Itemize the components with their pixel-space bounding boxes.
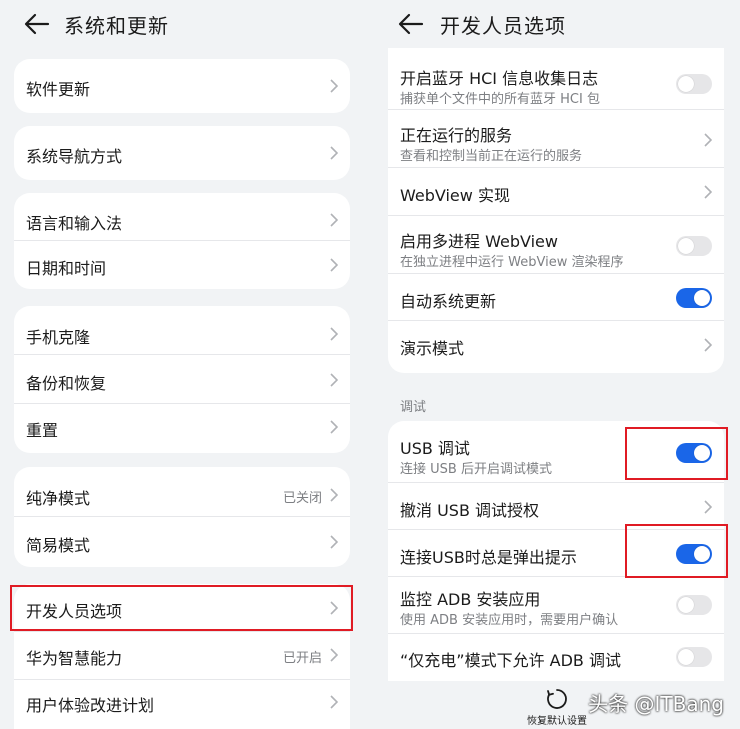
setting-demo-mode[interactable]: 演示模式 xyxy=(388,321,724,373)
setting-label: USB 调试 xyxy=(400,439,470,458)
toggle-switch[interactable] xyxy=(676,74,712,94)
system-update-panel: 系统和更新 软件更新 系统导航方式 语言和输入法 日期和时间 手机克隆 备份和恢… xyxy=(0,0,366,729)
card-modes: 纯净模式 已关闭 简易模式 xyxy=(14,467,350,567)
setting-description: 连接 USB 后开启调试模式 xyxy=(400,462,552,477)
back-arrow-icon[interactable] xyxy=(24,12,50,36)
card-navigation: 系统导航方式 xyxy=(14,126,350,180)
menu-item-huawei-ai[interactable]: 华为智慧能力 已开启 xyxy=(14,632,350,680)
setting-webview-impl[interactable]: WebView 实现 xyxy=(388,168,724,216)
status-value: 已开启 xyxy=(282,651,322,666)
menu-item-label: 用户体验改进计划 xyxy=(26,696,155,715)
card-software-update: 软件更新 xyxy=(14,59,350,113)
watermark: 头条 @ITBang xyxy=(588,692,724,716)
chevron-right-icon xyxy=(330,146,338,160)
card-backup: 手机克隆 备份和恢复 重置 xyxy=(14,306,350,453)
chevron-right-icon xyxy=(704,500,712,514)
setting-auto-system-update[interactable]: 自动系统更新 xyxy=(388,274,724,321)
setting-bluetooth-hci-log[interactable]: 开启蓝牙 HCI 信息收集日志 捕获单个文件中的所有蓝牙 HCI 包 xyxy=(388,48,724,110)
chevron-right-icon xyxy=(330,488,338,502)
restore-defaults-label: 恢复默认设置 xyxy=(527,716,587,727)
restore-defaults-button[interactable]: 恢复默认设置 xyxy=(522,688,592,727)
menu-item-label: 软件更新 xyxy=(26,80,91,99)
toggle-switch[interactable] xyxy=(676,647,712,667)
setting-monitor-adb-install[interactable]: 监控 ADB 安装应用 使用 ADB 安装应用时，需要用户确认 xyxy=(388,577,724,634)
menu-item-label: 备份和恢复 xyxy=(26,374,107,393)
menu-item-label: 华为智慧能力 xyxy=(26,649,123,668)
toggle-switch[interactable] xyxy=(676,236,712,256)
toggle-switch[interactable] xyxy=(676,595,712,615)
chevron-right-icon xyxy=(330,648,338,662)
menu-item-language[interactable]: 语言和输入法 xyxy=(14,193,350,241)
setting-label: 撤消 USB 调试授权 xyxy=(400,501,540,520)
setting-label: 连接USB时总是弹出提示 xyxy=(400,548,577,567)
toggle-switch[interactable] xyxy=(676,288,712,308)
menu-item-phone-clone[interactable]: 手机克隆 xyxy=(14,306,350,355)
chevron-right-icon xyxy=(330,373,338,387)
setting-revoke-usb-auth[interactable]: 撤消 USB 调试授权 xyxy=(388,483,724,530)
menu-item-label: 系统导航方式 xyxy=(26,147,123,166)
chevron-right-icon xyxy=(330,258,338,272)
setting-label: 正在运行的服务 xyxy=(400,126,513,145)
highlight-box xyxy=(625,524,728,578)
setting-label: 自动系统更新 xyxy=(400,292,497,311)
setting-running-services[interactable]: 正在运行的服务 查看和控制当前正在运行的服务 xyxy=(388,110,724,168)
menu-item-software-update[interactable]: 软件更新 xyxy=(14,59,350,113)
chevron-right-icon xyxy=(330,695,338,709)
menu-item-label: 纯净模式 xyxy=(26,489,91,508)
chevron-right-icon xyxy=(330,327,338,341)
developer-options-panel: 开发人员选项 开启蓝牙 HCI 信息收集日志 捕获单个文件中的所有蓝牙 HCI … xyxy=(374,0,740,729)
menu-item-label: 日期和时间 xyxy=(26,259,107,278)
menu-item-backup-restore[interactable]: 备份和恢复 xyxy=(14,355,350,404)
header: 系统和更新 xyxy=(0,0,366,48)
setting-description: 在独立进程中运行 WebView 渲染程序 xyxy=(400,255,624,270)
chevron-right-icon xyxy=(704,133,712,147)
setting-multiprocess-webview[interactable]: 启用多进程 WebView 在独立进程中运行 WebView 渲染程序 xyxy=(388,216,724,274)
chevron-right-icon xyxy=(330,79,338,93)
chevron-right-icon xyxy=(330,420,338,434)
menu-item-label: 简易模式 xyxy=(26,536,91,555)
header: 开发人员选项 xyxy=(374,0,740,48)
menu-item-label: 手机克隆 xyxy=(26,328,91,347)
restore-icon xyxy=(547,689,567,709)
setting-label: “仅充电”模式下允许 ADB 调试 xyxy=(400,651,621,670)
card-dev-general: 开启蓝牙 HCI 信息收集日志 捕获单个文件中的所有蓝牙 HCI 包 正在运行的… xyxy=(388,48,724,373)
chevron-right-icon xyxy=(330,213,338,227)
page-title: 开发人员选项 xyxy=(440,14,566,38)
menu-item-date-time[interactable]: 日期和时间 xyxy=(14,241,350,289)
setting-label: 开启蓝牙 HCI 信息收集日志 xyxy=(400,69,599,88)
menu-item-simple-mode[interactable]: 简易模式 xyxy=(14,517,350,567)
menu-item-pure-mode[interactable]: 纯净模式 已关闭 xyxy=(14,467,350,517)
menu-item-experience-plan[interactable]: 用户体验改进计划 xyxy=(14,680,350,728)
setting-label: 启用多进程 WebView xyxy=(400,232,558,251)
status-value: 已关闭 xyxy=(282,491,322,506)
page-title: 系统和更新 xyxy=(64,14,169,38)
highlight-box xyxy=(625,427,728,480)
section-header-debug: 调试 xyxy=(400,400,427,415)
menu-item-navigation[interactable]: 系统导航方式 xyxy=(14,126,350,180)
chevron-right-icon xyxy=(330,535,338,549)
menu-item-reset[interactable]: 重置 xyxy=(14,404,350,453)
setting-description: 捕获单个文件中的所有蓝牙 HCI 包 xyxy=(400,92,600,107)
chevron-right-icon xyxy=(704,185,712,199)
highlight-box xyxy=(10,585,353,631)
setting-label: 演示模式 xyxy=(400,339,465,358)
setting-label: 监控 ADB 安装应用 xyxy=(400,590,541,609)
setting-description: 查看和控制当前正在运行的服务 xyxy=(400,149,583,164)
back-arrow-icon[interactable] xyxy=(398,12,424,36)
menu-item-label: 重置 xyxy=(26,421,59,440)
chevron-right-icon xyxy=(704,338,712,352)
setting-description: 使用 ADB 安装应用时，需要用户确认 xyxy=(400,613,619,628)
card-language-date: 语言和输入法 日期和时间 xyxy=(14,193,350,289)
setting-label: WebView 实现 xyxy=(400,186,510,205)
menu-item-label: 语言和输入法 xyxy=(26,214,123,233)
